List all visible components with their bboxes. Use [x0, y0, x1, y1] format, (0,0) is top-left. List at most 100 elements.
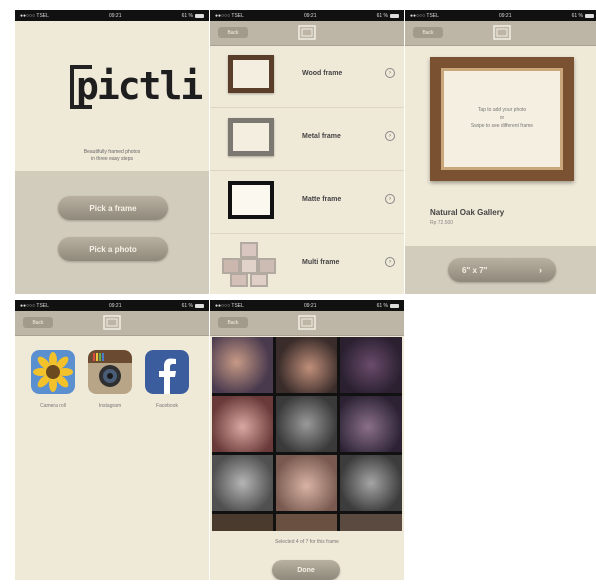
photo-thumb[interactable]	[340, 514, 402, 531]
battery-label: 61 %	[181, 302, 193, 309]
source-label: Facebook	[156, 403, 178, 409]
hint-line-3: Swipe to see different frame	[470, 123, 534, 129]
home-bottom: Pick a frame Pick a photo	[15, 171, 209, 294]
status-bar: ●●○○○ TSEL 09:21 61 %	[210, 10, 404, 21]
photo-grid-screen: ●●○○○ TSEL 09:21 61 % Back Selected 4 of…	[210, 300, 404, 580]
time-label: 09:21	[303, 302, 317, 309]
photo-thumb[interactable]	[276, 337, 337, 393]
battery-label: 61 %	[376, 12, 388, 19]
photo-thumb[interactable]	[212, 514, 273, 531]
status-bar: ●●○○○ TSEL 09:21 61 %	[15, 300, 209, 311]
status-bar: ●●○○○ TSEL 09:21 61 %	[210, 300, 404, 311]
logo-text: pictli	[76, 64, 203, 108]
battery-icon	[389, 303, 399, 308]
time-label: 09:21	[108, 302, 122, 309]
frame-row-metal[interactable]: Metal frame ›	[210, 108, 404, 171]
facebook-icon	[145, 350, 189, 394]
source-instagram[interactable]: Instagram	[88, 350, 132, 409]
source-label: Camera roll	[40, 403, 66, 409]
home-screen: ●●○○○ TSEL 09:21 61 % pictli Beautifully…	[15, 10, 209, 294]
carrier-label: ●●○○○ TSEL	[20, 12, 49, 19]
back-button[interactable]: Back	[218, 27, 248, 38]
photo-thumb[interactable]	[212, 337, 273, 393]
frame-label: Multi frame	[302, 259, 340, 266]
done-button[interactable]: Done	[272, 560, 340, 580]
frame-label: Metal frame	[302, 133, 341, 140]
nav-bar: Back	[405, 21, 596, 46]
source-camera-roll[interactable]: Camera roll	[31, 350, 75, 409]
photo-thumb[interactable]	[212, 396, 273, 452]
frame-preview[interactable]: Tap to add your photo or Swipe to see di…	[430, 57, 574, 181]
chevron-right-icon: ›	[539, 265, 542, 275]
source-facebook[interactable]: Facebook	[145, 350, 189, 409]
wood-frame-thumb	[228, 55, 274, 93]
status-bar: ●●○○○ TSEL 09:21 61 %	[15, 10, 209, 21]
metal-frame-thumb	[228, 118, 274, 156]
frame-hint: Tap to add your photo or Swipe to see di…	[441, 106, 563, 130]
photo-thumb[interactable]	[276, 455, 337, 511]
photo-thumb[interactable]	[340, 337, 402, 393]
frame-detail-screen: ●●○○○ TSEL 09:21 61 % Back Tap to add yo…	[405, 10, 596, 294]
frame-row-matte[interactable]: Matte frame ›	[210, 171, 404, 234]
battery-icon	[194, 13, 204, 18]
frame-logo-icon	[493, 25, 511, 40]
pick-frame-button[interactable]: Pick a frame	[58, 196, 168, 220]
size-select-button[interactable]: 6" x 7" ›	[448, 258, 556, 282]
battery-label: 61 %	[181, 12, 193, 19]
photo-thumb[interactable]	[340, 396, 402, 452]
tagline-line-1: Beautifully framed photos	[83, 149, 141, 155]
matte-frame-thumb	[228, 181, 274, 219]
tagline-line-2: in three easy steps	[91, 156, 133, 162]
photo-thumb[interactable]	[212, 455, 273, 511]
carrier-label: ●●○○○ TSEL	[215, 302, 244, 309]
photo-source-screen: ●●○○○ TSEL 09:21 61 % Back Camera roll I…	[15, 300, 209, 580]
carrier-label: ●●○○○ TSEL	[215, 12, 244, 19]
selection-status: Selected 4 of 7 for this frame	[275, 539, 339, 545]
battery-icon	[389, 13, 399, 18]
photo-thumb[interactable]	[276, 396, 337, 452]
status-bar: ●●○○○ TSEL 09:21 61 %	[405, 10, 596, 21]
frame-logo-icon	[103, 315, 121, 330]
nav-bar: Back	[15, 311, 209, 336]
size-label: 6" x 7"	[462, 265, 488, 275]
photo-thumb[interactable]	[276, 514, 337, 531]
battery-label: 61 %	[376, 302, 388, 309]
frame-name: Natural Oak Gallery	[430, 208, 505, 217]
time-label: 09:21	[498, 12, 512, 19]
chevron-right-icon: ›	[385, 194, 395, 204]
chevron-right-icon: ›	[385, 257, 395, 267]
time-label: 09:21	[303, 12, 317, 19]
frame-label: Wood frame	[302, 70, 343, 77]
frame-row-multi[interactable]: Multi frame ›	[210, 234, 404, 294]
carrier-label: ●●○○○ TSEL	[410, 12, 439, 19]
battery-icon	[584, 13, 594, 18]
nav-bar: Back	[210, 311, 404, 336]
chevron-right-icon: ›	[385, 131, 395, 141]
photo-grid	[212, 337, 402, 531]
instagram-icon	[88, 350, 132, 394]
frame-list-screen: ●●○○○ TSEL 09:21 61 % Back Wood frame › …	[210, 10, 404, 294]
multi-frame-thumb	[222, 242, 278, 287]
frame-logo-icon	[298, 315, 316, 330]
back-button[interactable]: Back	[218, 317, 248, 328]
detail-bottom: 6" x 7" ›	[405, 246, 596, 294]
time-label: 09:21	[108, 12, 122, 19]
pick-photo-button[interactable]: Pick a photo	[58, 237, 168, 261]
app-logo: pictli	[70, 61, 203, 111]
frame-price: Rp 72.500	[430, 220, 454, 226]
sunflower-icon	[31, 350, 75, 394]
back-button[interactable]: Back	[23, 317, 53, 328]
chevron-right-icon: ›	[385, 68, 395, 78]
tagline: Beautifully framed photos in three easy …	[15, 149, 209, 163]
source-label: Instagram	[98, 403, 122, 409]
carrier-label: ●●○○○ TSEL	[20, 302, 49, 309]
hint-line-1: Tap to add your photo	[477, 107, 527, 113]
photo-thumb[interactable]	[340, 455, 402, 511]
hint-line-2: or	[499, 115, 505, 121]
frame-label: Matte frame	[302, 196, 342, 203]
nav-bar: Back	[210, 21, 404, 46]
frame-row-wood[interactable]: Wood frame ›	[210, 45, 404, 108]
frame-logo-icon	[298, 25, 316, 40]
battery-icon	[194, 303, 204, 308]
back-button[interactable]: Back	[413, 27, 443, 38]
